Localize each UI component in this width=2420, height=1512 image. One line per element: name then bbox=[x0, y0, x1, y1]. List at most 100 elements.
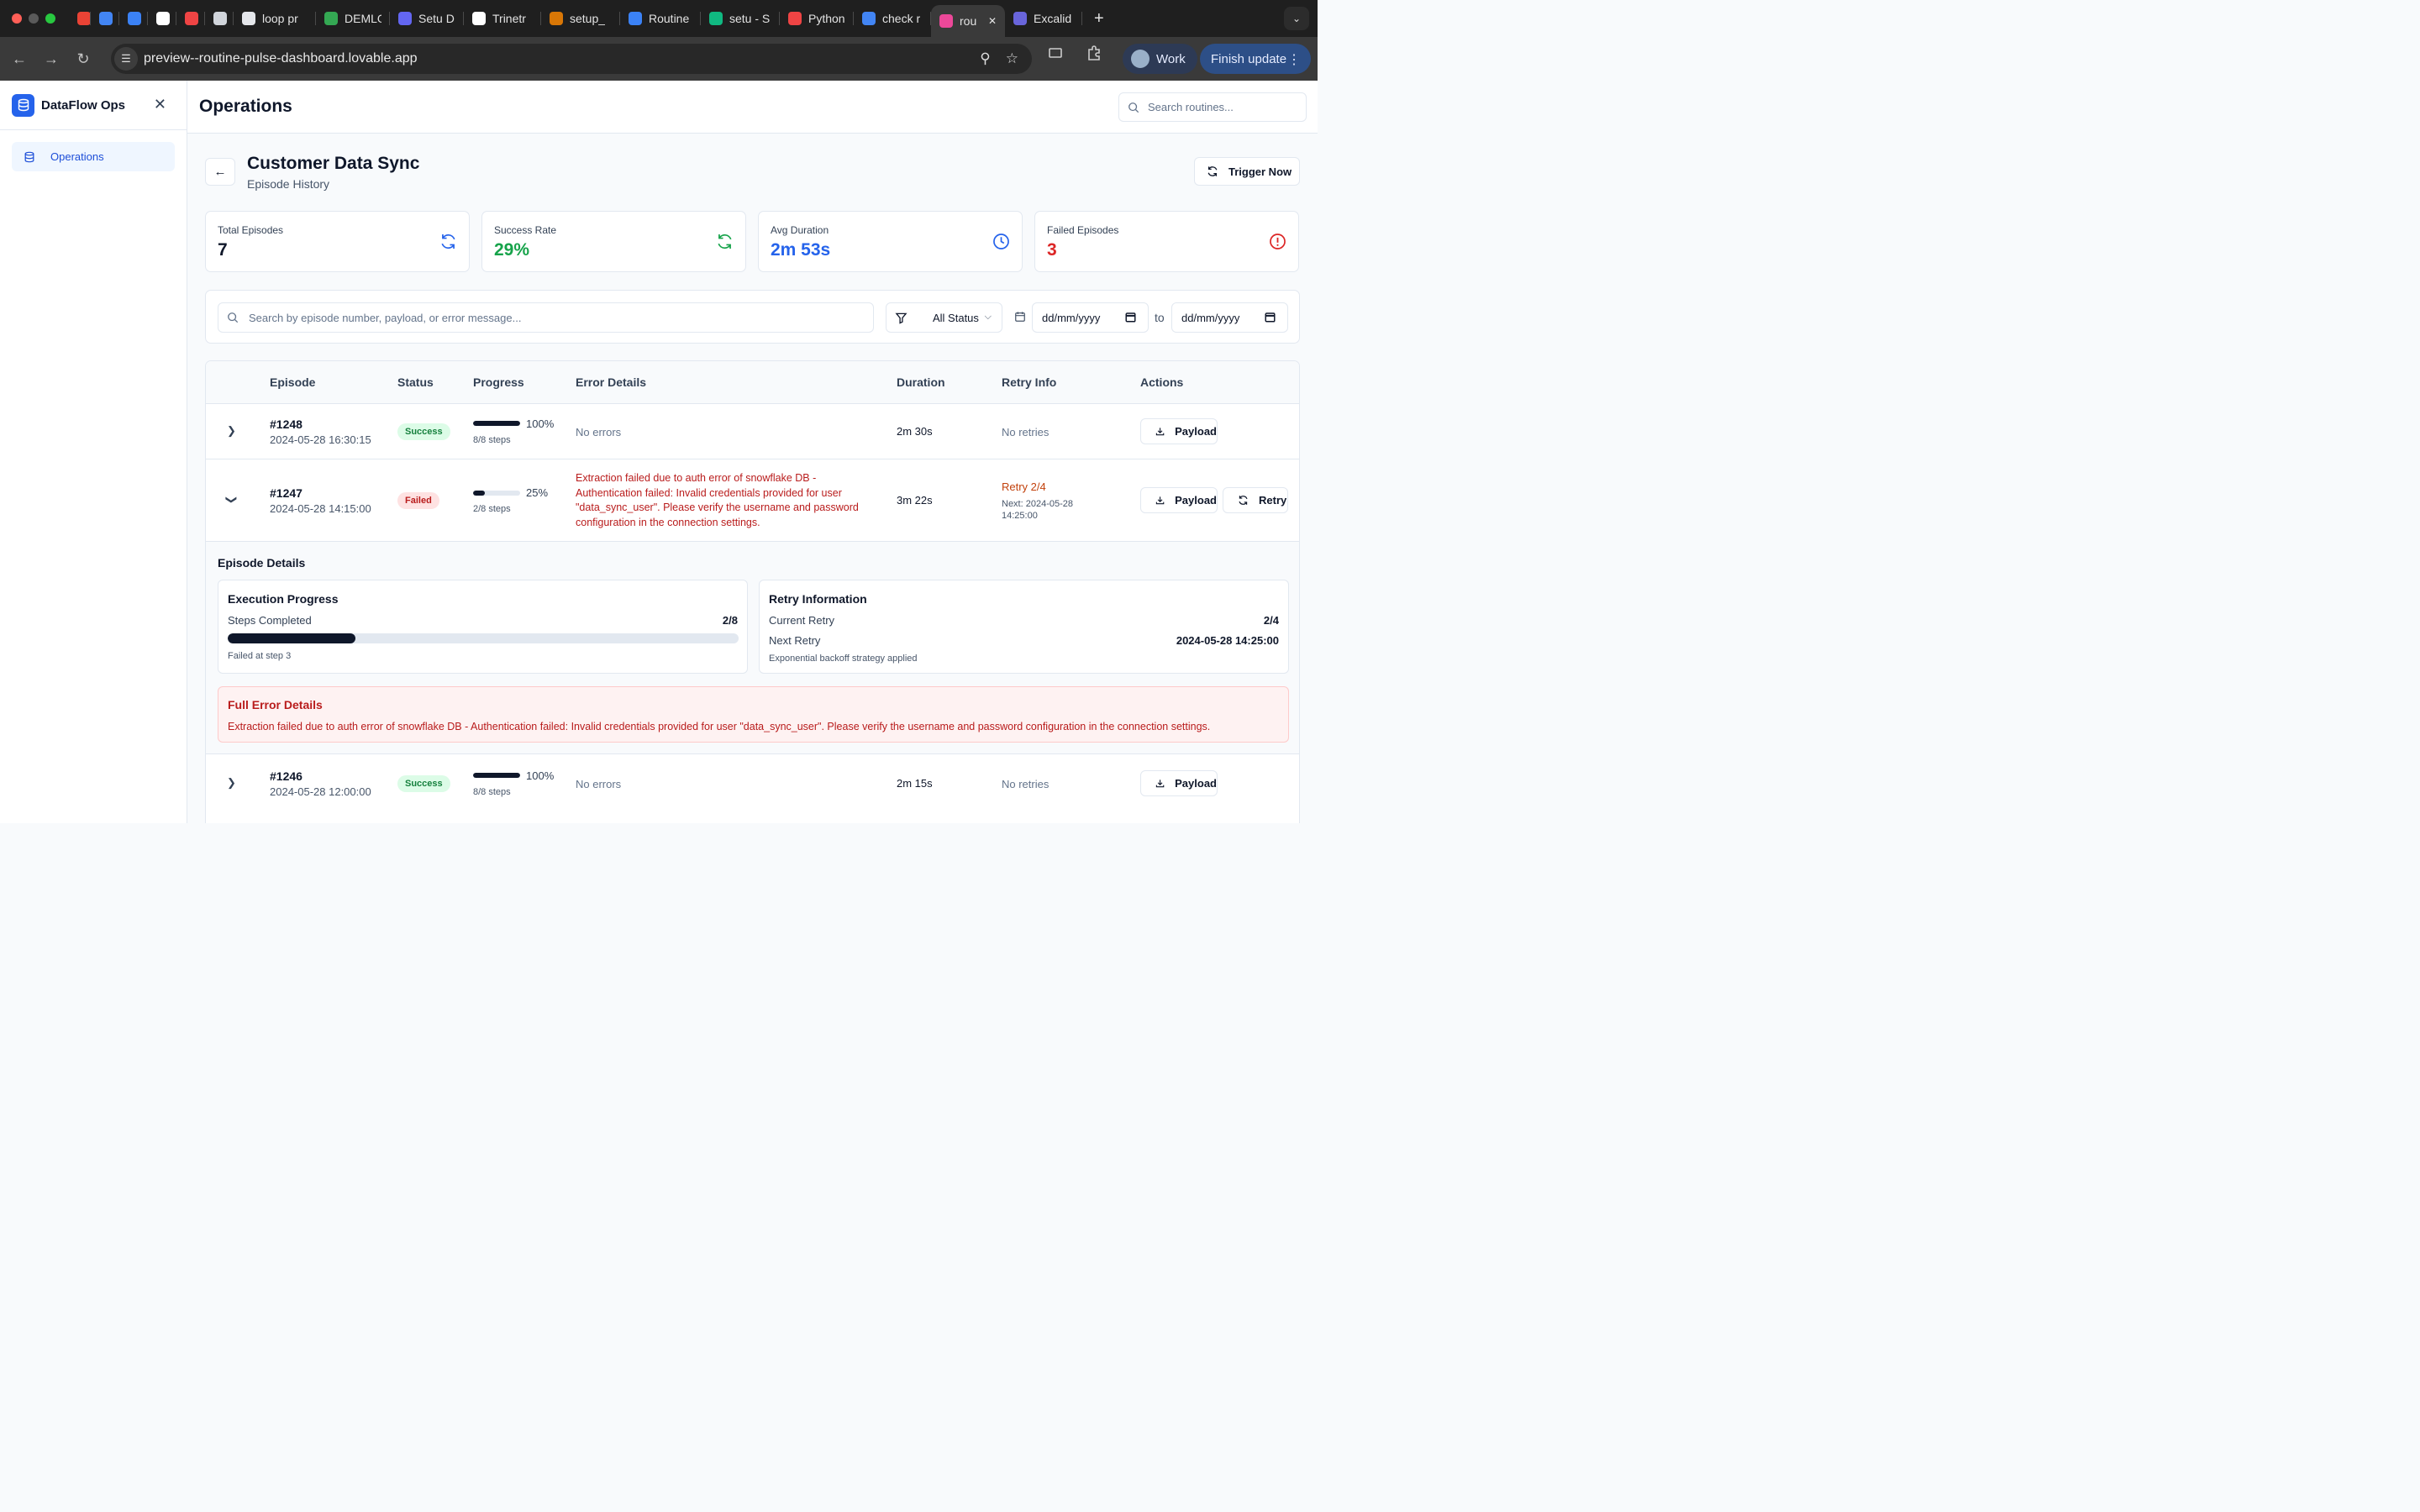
tab-title: Excalid bbox=[1034, 12, 1072, 25]
progress-bar bbox=[473, 773, 520, 778]
browser-tab[interactable]: Excalid bbox=[1005, 0, 1082, 37]
page-subtitle: Episode History bbox=[247, 177, 330, 191]
episode-search[interactable] bbox=[218, 302, 874, 333]
browser-tab[interactable] bbox=[176, 0, 205, 37]
browser-tab[interactable]: check r bbox=[854, 0, 931, 37]
chevron-down-icon[interactable]: ❯ bbox=[224, 496, 238, 505]
column-header-actions: Actions bbox=[1140, 375, 1184, 389]
full-error-details: Full Error Details Extraction failed due… bbox=[218, 686, 1289, 743]
full-error-text: Extraction failed due to auth error of s… bbox=[228, 721, 1211, 732]
error-details: Extraction failed due to auth error of s… bbox=[576, 472, 859, 528]
tab-search-chevron-icon[interactable]: ⌄ bbox=[1284, 7, 1309, 30]
window-controls bbox=[12, 13, 55, 24]
episode-search-input[interactable] bbox=[249, 311, 837, 324]
trigger-now-button[interactable]: Trigger Now bbox=[1194, 157, 1300, 186]
google-icon bbox=[862, 12, 876, 25]
close-window-button[interactable] bbox=[12, 13, 22, 24]
table-row[interactable]: ❯ #1248 2024-05-28 16:30:15 Success 100%… bbox=[206, 403, 1299, 459]
current-retry-value: 2/4 bbox=[1263, 614, 1279, 627]
tab-title: check r bbox=[882, 12, 921, 25]
back-arrow-icon[interactable]: ← bbox=[3, 50, 35, 68]
payload-button[interactable]: Payload bbox=[1140, 418, 1218, 444]
stat-card: Success Rate 29% bbox=[481, 211, 746, 272]
cast-icon[interactable] bbox=[1047, 45, 1064, 61]
extensions-puzzle-icon[interactable] bbox=[1086, 44, 1104, 62]
browser-tab-bar: loop pr DEMLO Setu D Trinetr setup_ Routine se… bbox=[0, 0, 1318, 37]
browser-tab[interactable]: Python bbox=[780, 0, 854, 37]
progress-steps: 8/8 steps bbox=[473, 435, 511, 445]
arrow-left-icon: ← bbox=[213, 165, 227, 179]
payload-button[interactable]: Payload bbox=[1140, 770, 1218, 796]
back-button[interactable]: ← bbox=[205, 158, 235, 186]
execution-progress-card: Execution Progress Steps Completed 2/8 F… bbox=[218, 580, 748, 674]
browser-tab[interactable] bbox=[148, 0, 176, 37]
app-header: Operations bbox=[187, 81, 1318, 134]
browser-tab[interactable]: Setu D bbox=[390, 0, 464, 37]
date-from-input[interactable]: dd/mm/yyyy bbox=[1032, 302, 1149, 333]
new-tab-button[interactable]: + bbox=[1094, 9, 1104, 29]
more-vert-icon[interactable]: ⋮ bbox=[1287, 51, 1301, 68]
sidebar: DataFlow Ops ✕ Operations bbox=[0, 81, 187, 823]
forward-arrow-icon[interactable]: → bbox=[35, 50, 67, 68]
browser-tab[interactable]: setup_ bbox=[541, 0, 620, 37]
chevron-right-icon[interactable]: ❯ bbox=[227, 776, 236, 790]
column-header-duration: Duration bbox=[897, 375, 945, 389]
stat-value: 2m 53s bbox=[771, 240, 831, 260]
refresh-icon bbox=[716, 233, 734, 255]
status-filter-select[interactable]: All Status ⌵ bbox=[886, 302, 1002, 333]
retry-next-time: Next: 2024-05-28 14:25:00 bbox=[1002, 499, 1073, 521]
column-header-error-details: Error Details bbox=[576, 375, 647, 389]
status-filter-value: All Status bbox=[933, 311, 979, 324]
browser-tab[interactable] bbox=[119, 0, 148, 37]
reload-icon[interactable]: ↻ bbox=[67, 50, 99, 68]
search-icon bbox=[1128, 102, 1139, 113]
browser-tab[interactable]: loop pr bbox=[234, 0, 316, 37]
browser-tab[interactable]: DEMLO bbox=[316, 0, 390, 37]
date-to-input[interactable]: dd/mm/yyyy bbox=[1171, 302, 1288, 333]
episode-date: 2024-05-28 12:00:00 bbox=[270, 785, 371, 798]
table-row-expanded[interactable]: ❯ #1247 2024-05-28 14:15:00 Failed 25% 2… bbox=[206, 459, 1299, 541]
close-tab-icon[interactable]: ✕ bbox=[988, 15, 997, 27]
profile-button[interactable]: Work bbox=[1123, 44, 1197, 74]
failed-step-note: Failed at step 3 bbox=[228, 651, 292, 661]
browser-tab[interactable]: setu - S bbox=[701, 0, 780, 37]
retry-information-title: Retry Information bbox=[769, 592, 867, 606]
calendar-picker-icon[interactable] bbox=[1265, 312, 1276, 323]
close-sidebar-icon[interactable]: ✕ bbox=[154, 96, 166, 113]
table-row[interactable]: ❯ #1246 2024-05-28 12:00:00 Success 100%… bbox=[206, 753, 1299, 810]
episode-number: #1247 bbox=[270, 486, 302, 500]
tab-title: Setu D bbox=[418, 12, 455, 25]
search-routines-input[interactable] bbox=[1148, 101, 1291, 113]
duration: 3m 22s bbox=[897, 494, 933, 507]
browser-tab[interactable] bbox=[205, 0, 234, 37]
browser-tab[interactable]: Routine bbox=[620, 0, 701, 37]
browser-tab[interactable]: Trinetr bbox=[464, 0, 541, 37]
retry-button[interactable]: Retry bbox=[1223, 487, 1288, 513]
url-text[interactable]: preview--routine-pulse-dashboard.lovable… bbox=[144, 51, 418, 66]
payload-button[interactable]: Payload bbox=[1140, 487, 1218, 513]
browser-tab[interactable] bbox=[69, 0, 91, 37]
brand-name: DataFlow Ops bbox=[41, 97, 126, 113]
retry-information-card: Retry Information Current Retry 2/4 Next… bbox=[759, 580, 1289, 674]
minimize-window-button[interactable] bbox=[29, 13, 39, 24]
zoom-icon[interactable]: ⚲ bbox=[980, 50, 990, 67]
zoom-window-button[interactable] bbox=[45, 13, 55, 24]
sidebar-item-operations[interactable]: Operations bbox=[12, 142, 175, 171]
browser-tab[interactable]: rou ✕ bbox=[931, 5, 1005, 37]
finish-update-button[interactable]: Finish update ⋮ bbox=[1200, 44, 1311, 74]
column-header-progress: Progress bbox=[473, 375, 524, 389]
calendar-icon bbox=[99, 12, 113, 25]
site-settings-icon[interactable]: ☰ bbox=[114, 47, 138, 71]
payload-label: Payload bbox=[1175, 425, 1217, 438]
stat-label: Success Rate bbox=[494, 224, 557, 236]
address-bar[interactable]: ☰ preview--routine-pulse-dashboard.lovab… bbox=[111, 44, 1032, 74]
bookmark-star-icon[interactable]: ☆ bbox=[1006, 50, 1018, 67]
status-badge: Failed bbox=[397, 492, 439, 509]
claude-icon bbox=[550, 12, 563, 25]
browser-tab[interactable] bbox=[91, 0, 119, 37]
routine-search[interactable] bbox=[1118, 92, 1307, 122]
chevron-right-icon[interactable]: ❯ bbox=[227, 424, 236, 438]
app-icon bbox=[185, 12, 198, 25]
calendar-picker-icon[interactable] bbox=[1125, 312, 1136, 323]
calendar-icon bbox=[1015, 312, 1025, 322]
